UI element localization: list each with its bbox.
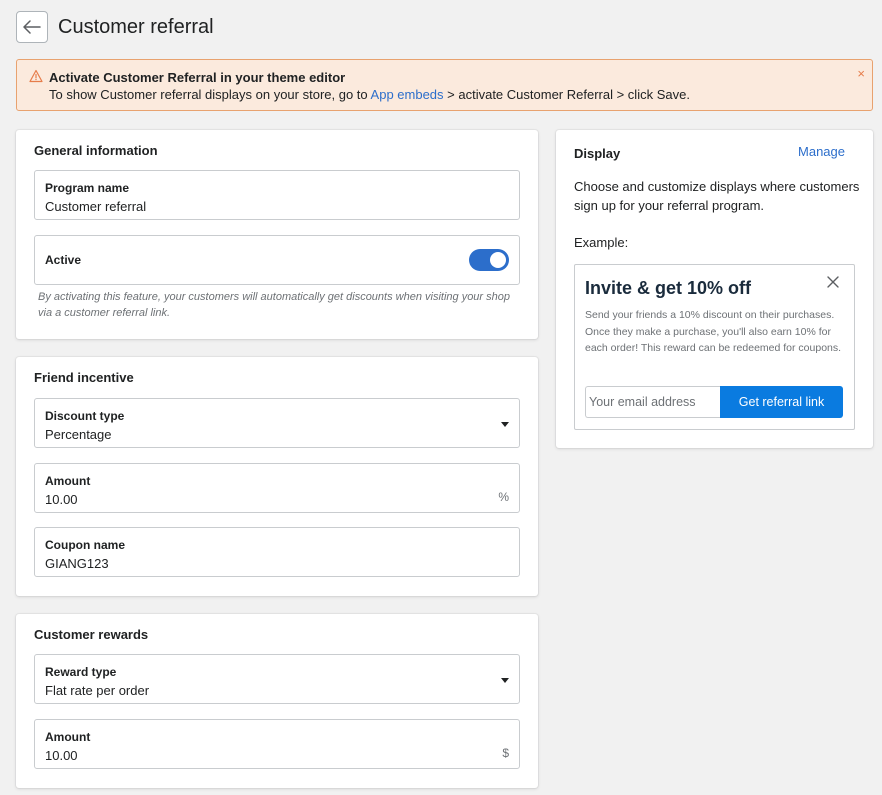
toggle-knob bbox=[490, 252, 506, 268]
field-label: Program name bbox=[45, 181, 130, 195]
back-button[interactable] bbox=[16, 11, 48, 43]
active-hint: By activating this feature, your custome… bbox=[38, 291, 510, 319]
active-toggle[interactable] bbox=[469, 249, 509, 271]
card-title: Friend incentive bbox=[34, 370, 134, 385]
field-label: Discount type bbox=[45, 409, 125, 423]
banner-text-part: > activate bbox=[443, 87, 507, 102]
example-label: Example: bbox=[574, 235, 629, 250]
field-label: Amount bbox=[45, 730, 91, 744]
friend-incentive-card: Friend incentive Discount type Percentag… bbox=[16, 357, 538, 596]
active-field: Active bbox=[34, 235, 520, 285]
banner-close-icon[interactable]: × bbox=[857, 65, 865, 82]
app-embeds-link[interactable]: App embeds bbox=[371, 87, 444, 102]
example-title: Invite & get 10% off bbox=[585, 278, 752, 298]
display-description: Choose and customize displays where cust… bbox=[574, 179, 860, 213]
percent-suffix: % bbox=[498, 490, 509, 504]
example-widget: Invite & get 10% off Send your friends a… bbox=[574, 264, 855, 430]
page-header: Customer referral bbox=[16, 11, 214, 43]
field-label: Coupon name bbox=[45, 538, 125, 552]
friend-amount-field[interactable]: Amount 10.00 % bbox=[34, 463, 520, 513]
get-referral-link-button[interactable]: Get referral link bbox=[720, 386, 843, 418]
banner-text-part: . bbox=[686, 87, 690, 102]
warning-banner: Activate Customer Referral in your theme… bbox=[16, 59, 873, 111]
general-information-card: General information Program name Custome… bbox=[16, 130, 538, 339]
arrow-left-icon bbox=[23, 20, 41, 34]
card-title: Display bbox=[574, 146, 621, 161]
caret-down-icon bbox=[501, 678, 509, 683]
example-email-input[interactable]: Your email address bbox=[585, 386, 720, 418]
banner-bold-text: Save bbox=[656, 87, 687, 102]
field-value: Flat rate per order bbox=[45, 683, 150, 698]
banner-title: Activate Customer Referral in your theme… bbox=[49, 70, 346, 85]
discount-type-select[interactable]: Discount type Percentage bbox=[34, 398, 520, 448]
banner-bold-text: Customer Referral bbox=[506, 87, 613, 102]
field-value: Customer referral bbox=[45, 199, 147, 214]
example-text: Send your friends a 10% discount on thei… bbox=[585, 309, 842, 354]
banner-text-part: > click bbox=[612, 87, 657, 102]
field-label: Reward type bbox=[45, 665, 117, 679]
field-label: Amount bbox=[45, 474, 91, 488]
card-title: Customer rewards bbox=[34, 627, 149, 642]
manage-link[interactable]: Manage bbox=[798, 144, 845, 159]
field-label: Active bbox=[45, 253, 82, 267]
banner-text-part: To show Customer referral displays on yo… bbox=[49, 87, 371, 102]
field-value: 10.00 bbox=[45, 748, 78, 763]
coupon-name-field[interactable]: Coupon name GIANG123 bbox=[34, 527, 520, 577]
program-name-field[interactable]: Program name Customer referral bbox=[34, 170, 520, 220]
close-icon[interactable] bbox=[826, 275, 840, 289]
banner-text: To show Customer referral displays on yo… bbox=[49, 86, 860, 103]
reward-amount-field[interactable]: Amount 10.00 $ bbox=[34, 719, 520, 769]
field-value: Percentage bbox=[45, 427, 112, 442]
page-title: Customer referral bbox=[58, 15, 214, 38]
caret-down-icon bbox=[501, 422, 509, 427]
card-title: General information bbox=[34, 143, 158, 158]
reward-type-select[interactable]: Reward type Flat rate per order bbox=[34, 654, 520, 704]
field-value: 10.00 bbox=[45, 492, 78, 507]
warning-icon bbox=[29, 69, 43, 83]
customer-rewards-card: Customer rewards Reward type Flat rate p… bbox=[16, 614, 538, 788]
field-value: GIANG123 bbox=[45, 556, 109, 571]
dollar-suffix: $ bbox=[502, 746, 509, 760]
display-card: Display Manage Choose and customize disp… bbox=[556, 130, 873, 448]
